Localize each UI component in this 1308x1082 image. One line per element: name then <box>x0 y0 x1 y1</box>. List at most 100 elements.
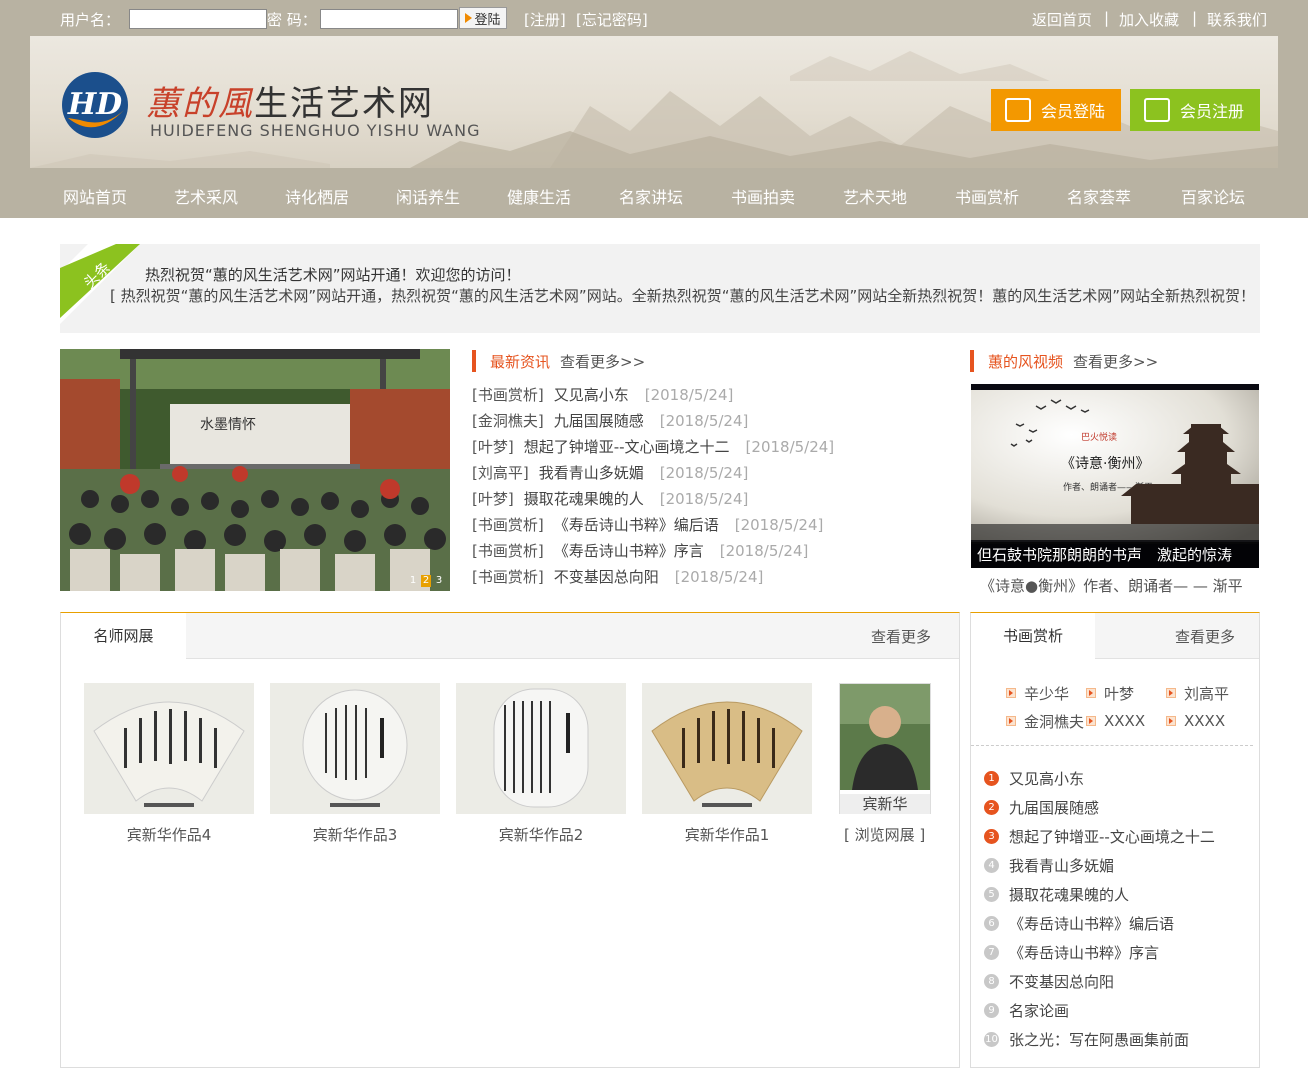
nav-item-painting-auction[interactable]: 书画拍卖 <box>731 184 795 208</box>
ranking-title[interactable]: 张之光：写在阿愚画集前面 <box>1009 1029 1189 1050</box>
nav-item-healthy-life[interactable]: 健康生活 <box>507 184 571 208</box>
author-link[interactable]: 辛少华 <box>1006 683 1086 703</box>
masters-more-link[interactable]: 查看更多 <box>871 626 931 647</box>
ranking-item[interactable]: 9 名家论画 <box>984 996 1215 1025</box>
author-link[interactable]: 金洞樵夫 <box>1006 711 1086 731</box>
nav-item-poetic-living[interactable]: 诗化栖居 <box>285 184 349 208</box>
news-item[interactable]: [刘高平] 我看青山多妩媚 [2018/5/24] <box>472 462 834 488</box>
slider-dot[interactable]: 1 <box>408 575 418 587</box>
ranking-item[interactable]: 10 张之光：写在阿愚画集前面 <box>984 1025 1215 1054</box>
news-item[interactable]: [叶梦] 想起了钟增亚--文心画境之十二 [2018/5/24] <box>472 436 834 462</box>
home-link[interactable]: 返回首页 <box>1032 9 1092 30</box>
nav-item-art-world[interactable]: 艺术天地 <box>843 184 907 208</box>
news-item[interactable]: [叶梦] 摄取花魂果魄的人 [2018/5/24] <box>472 488 834 514</box>
nav-item-art-collect[interactable]: 艺术采风 <box>174 184 238 208</box>
news-category[interactable]: [叶梦] <box>472 490 514 508</box>
news-title-link[interactable]: 《寿岳诗山书粹》序言 <box>554 542 704 560</box>
artwork-card[interactable]: 宾新华作品3 <box>270 683 440 845</box>
artwork-caption[interactable]: 宾新华作品3 <box>270 824 440 845</box>
news-item[interactable]: [书画赏析] 《寿岳诗山书粹》序言 [2018/5/24] <box>472 540 834 566</box>
nav-item-master-lectures[interactable]: 名家讲坛 <box>619 184 683 208</box>
forgot-password-link[interactable]: [忘记密码] <box>576 9 648 30</box>
news-title-link[interactable]: 《寿岳诗山书粹》编后语 <box>554 516 719 534</box>
artwork-caption[interactable]: 宾新华作品1 <box>642 824 812 845</box>
tab-painting-appreciation[interactable]: 书画赏析 <box>971 613 1095 659</box>
ranking-item[interactable]: 4 我看青山多妩媚 <box>984 851 1215 880</box>
artwork-caption[interactable]: 宾新华作品4 <box>84 824 254 845</box>
nav-item-masters-gathering[interactable]: 名家荟萃 <box>1067 184 1131 208</box>
news-more-link[interactable]: 查看更多>> <box>560 351 645 372</box>
nav-item-home[interactable]: 网站首页 <box>63 184 127 208</box>
appreciation-more-link[interactable]: 查看更多 <box>1175 626 1235 647</box>
video-player[interactable]: 巴火悦读 《诗意·衡州》 作者、朗诵者——渐平 但石鼓书院那朗朗的书声 激起的惊… <box>971 384 1259 568</box>
artwork-caption[interactable]: 宾新华作品2 <box>456 824 626 845</box>
ranking-title[interactable]: 摄取花魂果魄的人 <box>1009 884 1129 905</box>
ranking-title[interactable]: 我看青山多妩媚 <box>1009 855 1114 876</box>
news-category[interactable]: [书画赏析] <box>472 568 544 586</box>
ranking-title[interactable]: 想起了钟增亚--文心画境之十二 <box>1009 826 1215 847</box>
news-item[interactable]: [金洞樵夫] 九届国展随感 [2018/5/24] <box>472 410 834 436</box>
ranking-item[interactable]: 6 《寿岳诗山书粹》编后语 <box>984 909 1215 938</box>
news-title-link[interactable]: 想起了钟增亚--文心画境之十二 <box>524 438 730 456</box>
news-category[interactable]: [书画赏析] <box>472 542 544 560</box>
artwork-card[interactable]: 宾新华作品1 <box>642 683 812 845</box>
news-category[interactable]: [叶梦] <box>472 438 514 456</box>
ranking-item[interactable]: 2 九届国展随感 <box>984 793 1215 822</box>
ranking-item[interactable]: 5 摄取花魂果魄的人 <box>984 880 1215 909</box>
ranking-item[interactable]: 8 不变基因总向阳 <box>984 967 1215 996</box>
artwork-card[interactable]: 宾新华作品4 <box>84 683 254 845</box>
video-description[interactable]: 《诗意●衡州》作者、朗诵者— — 渐平 <box>980 575 1243 596</box>
artist-portrait-card[interactable]: 宾新华 <box>839 683 931 814</box>
news-category[interactable]: [刘高平] <box>472 464 529 482</box>
news-category[interactable]: [书画赏析] <box>472 516 544 534</box>
artist-name[interactable]: 宾新华 <box>840 794 930 814</box>
username-input[interactable] <box>129 9 267 29</box>
ranking-title[interactable]: 又见高小东 <box>1009 768 1084 789</box>
news-category[interactable]: [金洞樵夫] <box>472 412 544 430</box>
artwork-image[interactable] <box>84 683 254 814</box>
password-input[interactable] <box>320 9 458 29</box>
ranking-title[interactable]: 《寿岳诗山书粹》编后语 <box>1009 913 1174 934</box>
browse-exhibition-link[interactable]: [ 浏览网展 ] <box>844 824 925 845</box>
member-register-button[interactable]: 会员注册 <box>1130 89 1260 131</box>
author-link[interactable]: 叶梦 <box>1086 683 1166 703</box>
news-title-link[interactable]: 不变基因总向阳 <box>554 568 659 586</box>
ranking-title[interactable]: 名家论画 <box>1009 1000 1069 1021</box>
nav-item-health-talk[interactable]: 闲话养生 <box>396 184 460 208</box>
ranking-item[interactable]: 3 想起了钟增亚--文心画境之十二 <box>984 822 1215 851</box>
artwork-image[interactable] <box>642 683 812 814</box>
artwork-image[interactable] <box>456 683 626 814</box>
author-link[interactable]: 刘高平 <box>1166 683 1246 703</box>
slider-dot-active[interactable]: 2 <box>421 575 431 587</box>
author-link[interactable]: XXXX <box>1166 711 1246 731</box>
artwork-card[interactable]: 宾新华作品2 <box>456 683 626 845</box>
artwork-image[interactable] <box>270 683 440 814</box>
nav-item-painting-appreciation[interactable]: 书画赏析 <box>955 184 1019 208</box>
contact-link[interactable]: 联系我们 <box>1207 9 1267 30</box>
headline-title[interactable]: 热烈祝贺“蕙的风生活艺术网”网站开通！欢迎您的访问！ <box>145 264 521 285</box>
news-title-link[interactable]: 我看青山多妩媚 <box>539 464 644 482</box>
add-favorite-link[interactable]: 加入收藏 <box>1119 9 1179 30</box>
login-button[interactable]: 登陆 <box>459 7 507 29</box>
slider-dot[interactable]: 3 <box>434 575 444 587</box>
news-title-link[interactable]: 摄取花魂果魄的人 <box>524 490 644 508</box>
ranking-item[interactable]: 7 《寿岳诗山书粹》序言 <box>984 938 1215 967</box>
video-more-link[interactable]: 查看更多>> <box>1073 351 1158 372</box>
photo-slider[interactable]: 水墨情怀 1 2 3 <box>60 349 450 591</box>
ranking-title[interactable]: 《寿岳诗山书粹》序言 <box>1009 942 1159 963</box>
member-login-button[interactable]: 会员登陆 <box>991 89 1121 131</box>
svg-text:巴火悦读: 巴火悦读 <box>1081 431 1117 443</box>
ranking-title[interactable]: 不变基因总向阳 <box>1009 971 1114 992</box>
author-link[interactable]: XXXX <box>1086 711 1166 731</box>
nav-item-forum[interactable]: 百家论坛 <box>1181 184 1245 208</box>
tab-masters-exhibition[interactable]: 名师网展 <box>61 613 186 659</box>
news-category[interactable]: [书画赏析] <box>472 386 544 404</box>
news-item[interactable]: [书画赏析] 又见高小东 [2018/5/24] <box>472 384 834 410</box>
news-item[interactable]: [书画赏析] 不变基因总向阳 [2018/5/24] <box>472 566 834 592</box>
news-title-link[interactable]: 又见高小东 <box>554 386 629 404</box>
news-item[interactable]: [书画赏析] 《寿岳诗山书粹》编后语 [2018/5/24] <box>472 514 834 540</box>
news-title-link[interactable]: 九届国展随感 <box>554 412 644 430</box>
ranking-item[interactable]: 1 又见高小东 <box>984 764 1215 793</box>
ranking-title[interactable]: 九届国展随感 <box>1009 797 1099 818</box>
register-link[interactable]: [注册] <box>524 9 566 30</box>
